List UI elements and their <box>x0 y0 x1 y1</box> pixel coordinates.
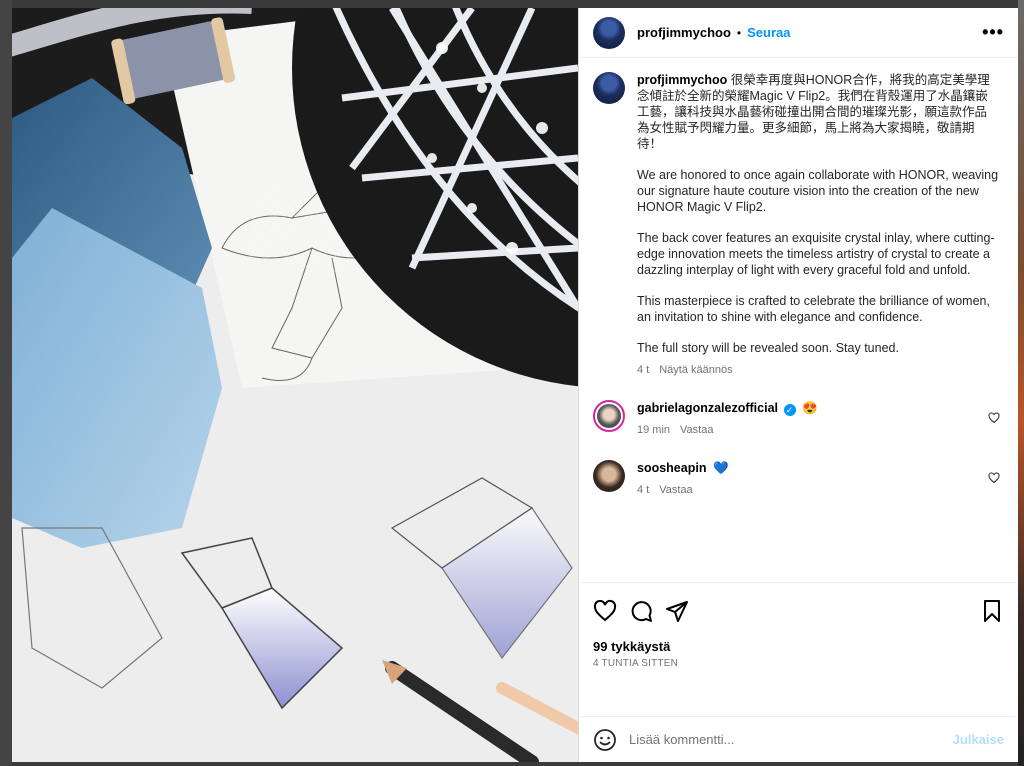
comment-item: gabrielagonzalezofficial ✓ 😍 19 min Vast… <box>593 400 1004 438</box>
reply-button[interactable]: Vastaa <box>659 482 692 498</box>
caption-p1: We are honored to once again collaborate… <box>637 168 999 214</box>
backdrop-right <box>1018 0 1024 766</box>
caption-p2: The back cover features an exquisite cry… <box>637 231 995 277</box>
comment-username[interactable]: gabrielagonzalezofficial <box>637 401 778 415</box>
caption-username[interactable]: profjimmychoo <box>637 73 727 87</box>
author-username[interactable]: profjimmychoo <box>637 25 731 40</box>
comment-time[interactable]: 19 min <box>637 422 670 438</box>
caption-p3: This masterpiece is crafted to celebrate… <box>637 294 990 324</box>
comment-composer: Julkaise <box>579 716 1018 762</box>
posted-time[interactable]: 4 TUNTIA SITTEN <box>593 658 1004 669</box>
heart-icon[interactable] <box>593 599 617 623</box>
comment-avatar[interactable] <box>593 460 625 492</box>
ellipsis-icon[interactable]: ••• <box>982 22 1004 43</box>
comment-time[interactable]: 4 t <box>637 482 649 498</box>
caption-avatar[interactable] <box>593 72 625 104</box>
post-modal: profjimmychoo • Seuraa ••• profjimmychoo… <box>12 8 1018 762</box>
smiley-icon[interactable] <box>593 728 617 752</box>
comment-avatar-image <box>597 404 621 428</box>
comment-meta: 19 min Vastaa <box>637 422 1004 438</box>
comments-scroll[interactable]: profjimmychoo 很榮幸再度與HONOR合作，將我的高定美學理念傾註於… <box>579 58 1018 582</box>
comment-meta: 4 t Vastaa <box>637 482 1004 498</box>
comment-text: 💙 <box>712 461 729 475</box>
backdrop-left <box>0 0 12 766</box>
post-header: profjimmychoo • Seuraa ••• <box>579 8 1018 58</box>
comment-item: soosheapin 💙 4 t Vastaa <box>593 460 1004 498</box>
follow-button[interactable]: Seuraa <box>747 25 790 40</box>
post-sidebar: profjimmychoo • Seuraa ••• profjimmychoo… <box>578 8 1018 762</box>
post-comment-button[interactable]: Julkaise <box>953 732 1004 747</box>
verified-badge-icon: ✓ <box>783 404 796 416</box>
comment-body: soosheapin 💙 4 t Vastaa <box>637 460 1004 498</box>
post-image-artwork <box>12 8 578 762</box>
caption-text: profjimmychoo 很榮幸再度與HONOR合作，將我的高定美學理念傾註於… <box>637 72 999 378</box>
caption-time[interactable]: 4 t <box>637 362 649 378</box>
translate-link[interactable]: Näytä käännös <box>659 362 732 378</box>
bookmark-icon[interactable] <box>980 599 1004 623</box>
comment-username[interactable]: soosheapin <box>637 461 706 475</box>
action-icons <box>593 591 1004 631</box>
reply-button[interactable]: Vastaa <box>680 422 713 438</box>
caption-p4: The full story will be revealed soon. St… <box>637 341 899 355</box>
likes-count[interactable]: 99 tykkäystä <box>593 639 1004 654</box>
comment-body: gabrielagonzalezofficial ✓ 😍 19 min Vast… <box>637 400 1004 438</box>
post-image[interactable] <box>12 8 578 762</box>
comment-like-icon[interactable] <box>988 412 1000 424</box>
comment-input[interactable] <box>629 732 953 747</box>
share-icon[interactable] <box>665 599 689 623</box>
comment-like-icon[interactable] <box>988 472 1000 484</box>
comment-icon[interactable] <box>629 599 653 623</box>
caption-meta: 4 t Näytä käännös <box>637 362 999 378</box>
caption: profjimmychoo 很榮幸再度與HONOR合作，將我的高定美學理念傾註於… <box>593 72 1004 378</box>
separator-dot: • <box>736 25 742 40</box>
author-avatar[interactable] <box>593 16 625 49</box>
comment-text: 😍 <box>801 401 818 415</box>
comment-avatar[interactable] <box>593 400 625 432</box>
post-actions: 99 tykkäystä 4 TUNTIA SITTEN <box>579 582 1018 716</box>
